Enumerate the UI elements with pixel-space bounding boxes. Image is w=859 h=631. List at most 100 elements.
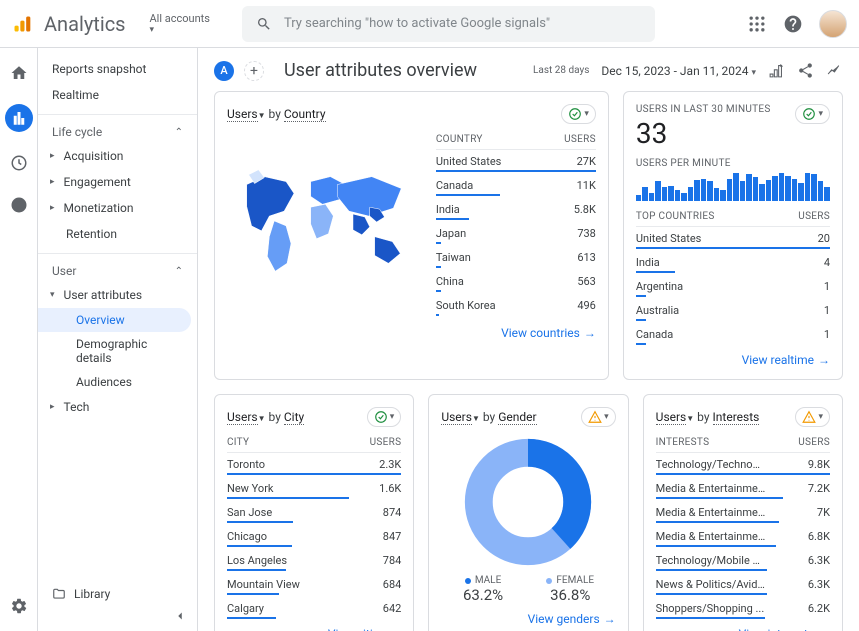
view-interests-link[interactable]: View interests → — [656, 627, 830, 631]
rail-explore-icon[interactable] — [8, 152, 30, 174]
account-selector[interactable]: All accounts ▾ — [150, 12, 210, 36]
table-row[interactable]: China563 — [436, 270, 596, 290]
realtime-users-label: USERS IN LAST 30 MINUTES — [636, 104, 796, 115]
table-row[interactable]: Mountain View684 — [227, 573, 401, 593]
card-quality-badge[interactable]: ▾ — [795, 104, 830, 124]
gender-donut-chart — [441, 437, 615, 567]
audience-chip[interactable]: A — [214, 61, 234, 81]
table-row[interactable]: News & Politics/Avid...6.3K — [656, 573, 830, 593]
users-per-minute-sparkline — [636, 173, 830, 201]
city-card-title[interactable]: Users▼ by City — [227, 410, 304, 424]
main-content: A + User attributes overview Last 28 day… — [198, 48, 859, 631]
view-realtime-link[interactable]: View realtime → — [636, 353, 830, 367]
realtime-card: USERS IN LAST 30 MINUTES 33 ▾ USERS PER … — [623, 91, 843, 380]
table-row[interactable]: Media & Entertainme...7K — [656, 501, 830, 521]
table-row[interactable]: India5.8K — [436, 198, 596, 218]
chevron-up-icon: ⌃ — [175, 127, 183, 138]
view-cities-link[interactable]: View cities → — [227, 627, 401, 631]
male-value: 63.2% — [463, 586, 503, 604]
sidebar-tech[interactable]: Tech — [38, 394, 197, 420]
sidebar-realtime[interactable]: Realtime — [38, 82, 197, 108]
search-bar[interactable]: Try searching "how to activate Google si… — [242, 6, 655, 42]
date-range-label: Last 28 days — [533, 65, 589, 76]
edit-comparisons-icon[interactable] — [768, 62, 785, 79]
table-row[interactable]: United States20 — [636, 227, 830, 247]
view-countries-link[interactable]: View countries → — [227, 326, 596, 340]
realtime-users-value: 33 — [636, 117, 796, 150]
users-per-minute-label: USERS PER MINUTE — [636, 158, 830, 169]
page-header: A + User attributes overview Last 28 day… — [214, 48, 843, 91]
sidebar-retention[interactable]: Retention — [38, 221, 197, 247]
collapse-sidebar-icon[interactable] — [173, 609, 187, 627]
country-card-title[interactable]: Users▼ by Country — [227, 107, 326, 121]
table-row[interactable]: Australia1 — [636, 299, 830, 319]
sidebar-acquisition[interactable]: Acquisition — [38, 143, 197, 169]
rail-advertising-icon[interactable] — [8, 194, 30, 216]
sidebar-reports-snapshot[interactable]: Reports snapshot — [38, 56, 197, 82]
sidebar-user-attributes[interactable]: User attributes — [38, 282, 197, 308]
rail-home-icon[interactable] — [8, 62, 30, 84]
table-row[interactable]: Technology/Technop...9.8K — [656, 453, 830, 473]
table-row[interactable]: Shoppers/Shopping ...6.2K — [656, 597, 830, 617]
add-comparison-button[interactable]: + — [244, 61, 264, 81]
sidebar-library[interactable]: Library — [52, 587, 110, 601]
date-range-picker[interactable]: Dec 15, 2023 - Jan 11, 2024 ▾ — [601, 64, 756, 78]
table-row[interactable]: Media & Entertainme...6.8K — [656, 525, 830, 545]
table-row[interactable]: Chicago847 — [227, 525, 401, 545]
sidebar-section-user[interactable]: User⌃ — [38, 253, 197, 282]
nav-rail — [0, 48, 38, 631]
card-quality-badge[interactable]: ▾ — [561, 104, 596, 124]
gender-card: Users▼ by Gender ▾ MALE63.2% FEMALE36.8%… — [428, 394, 628, 631]
page-title: User attributes overview — [284, 60, 477, 81]
table-row[interactable]: Canada11K — [436, 174, 596, 194]
analytics-logo-icon — [12, 14, 32, 34]
table-row[interactable]: India4 — [636, 251, 830, 271]
card-quality-badge[interactable]: ▾ — [795, 407, 830, 427]
table-row[interactable]: Toronto2.3K — [227, 453, 401, 473]
apps-icon[interactable] — [747, 14, 767, 34]
sidebar-audiences[interactable]: Audiences — [38, 370, 197, 394]
sidebar-demographic-details[interactable]: Demographic details — [38, 332, 197, 370]
sidebar-monetization[interactable]: Monetization — [38, 195, 197, 221]
world-map[interactable] — [227, 134, 424, 318]
interests-card-title[interactable]: Users▼ by Interests — [656, 410, 760, 424]
female-value: 36.8% — [546, 586, 594, 604]
table-row[interactable]: Calgary642 — [227, 597, 401, 617]
country-table: COUNTRYUSERS United States27KCanada11KIn… — [436, 134, 596, 318]
gender-card-title[interactable]: Users▼ by Gender — [441, 410, 536, 424]
map-svg — [227, 134, 424, 304]
help-icon[interactable] — [783, 14, 803, 34]
sidebar-overview[interactable]: Overview — [38, 308, 191, 332]
table-row[interactable]: South Korea496 — [436, 294, 596, 314]
interests-card: Users▼ by Interests ▾ INTERESTSUSERS Tec… — [643, 394, 843, 631]
table-row[interactable]: United States27K — [436, 150, 596, 170]
search-icon — [256, 16, 272, 32]
table-row[interactable]: Technology/Mobile E...6.3K — [656, 549, 830, 569]
insights-icon[interactable] — [826, 62, 843, 79]
app-header: Analytics All accounts ▾ Try searching "… — [0, 0, 859, 48]
app-name: Analytics — [44, 12, 126, 36]
table-row[interactable]: Taiwan613 — [436, 246, 596, 266]
table-row[interactable]: San Jose874 — [227, 501, 401, 521]
folder-icon — [52, 587, 66, 601]
city-card: Users▼ by City ▾ CITYUSERS Toronto2.3KNe… — [214, 394, 414, 631]
country-card: Users▼ by Country ▾ — [214, 91, 609, 380]
view-genders-link[interactable]: View genders → — [441, 612, 615, 626]
table-row[interactable]: Japan738 — [436, 222, 596, 242]
table-row[interactable]: New York1.6K — [227, 477, 401, 497]
search-placeholder: Try searching "how to activate Google si… — [284, 16, 550, 31]
sidebar: Reports snapshot Realtime Life cycle⌃ Ac… — [38, 48, 198, 631]
chevron-up-icon: ⌃ — [175, 266, 183, 277]
share-icon[interactable] — [797, 62, 814, 79]
user-avatar[interactable] — [819, 10, 847, 38]
table-row[interactable]: Argentina1 — [636, 275, 830, 295]
sidebar-engagement[interactable]: Engagement — [38, 169, 197, 195]
table-row[interactable]: Los Angeles784 — [227, 549, 401, 569]
card-quality-badge[interactable]: ▾ — [581, 407, 616, 427]
rail-reports-icon[interactable] — [5, 104, 33, 132]
sidebar-section-lifecycle[interactable]: Life cycle⌃ — [38, 114, 197, 143]
card-quality-badge[interactable]: ▾ — [367, 407, 402, 427]
table-row[interactable]: Canada1 — [636, 323, 830, 343]
table-row[interactable]: Media & Entertainme...7.2K — [656, 477, 830, 497]
rail-settings-icon[interactable] — [8, 595, 30, 617]
